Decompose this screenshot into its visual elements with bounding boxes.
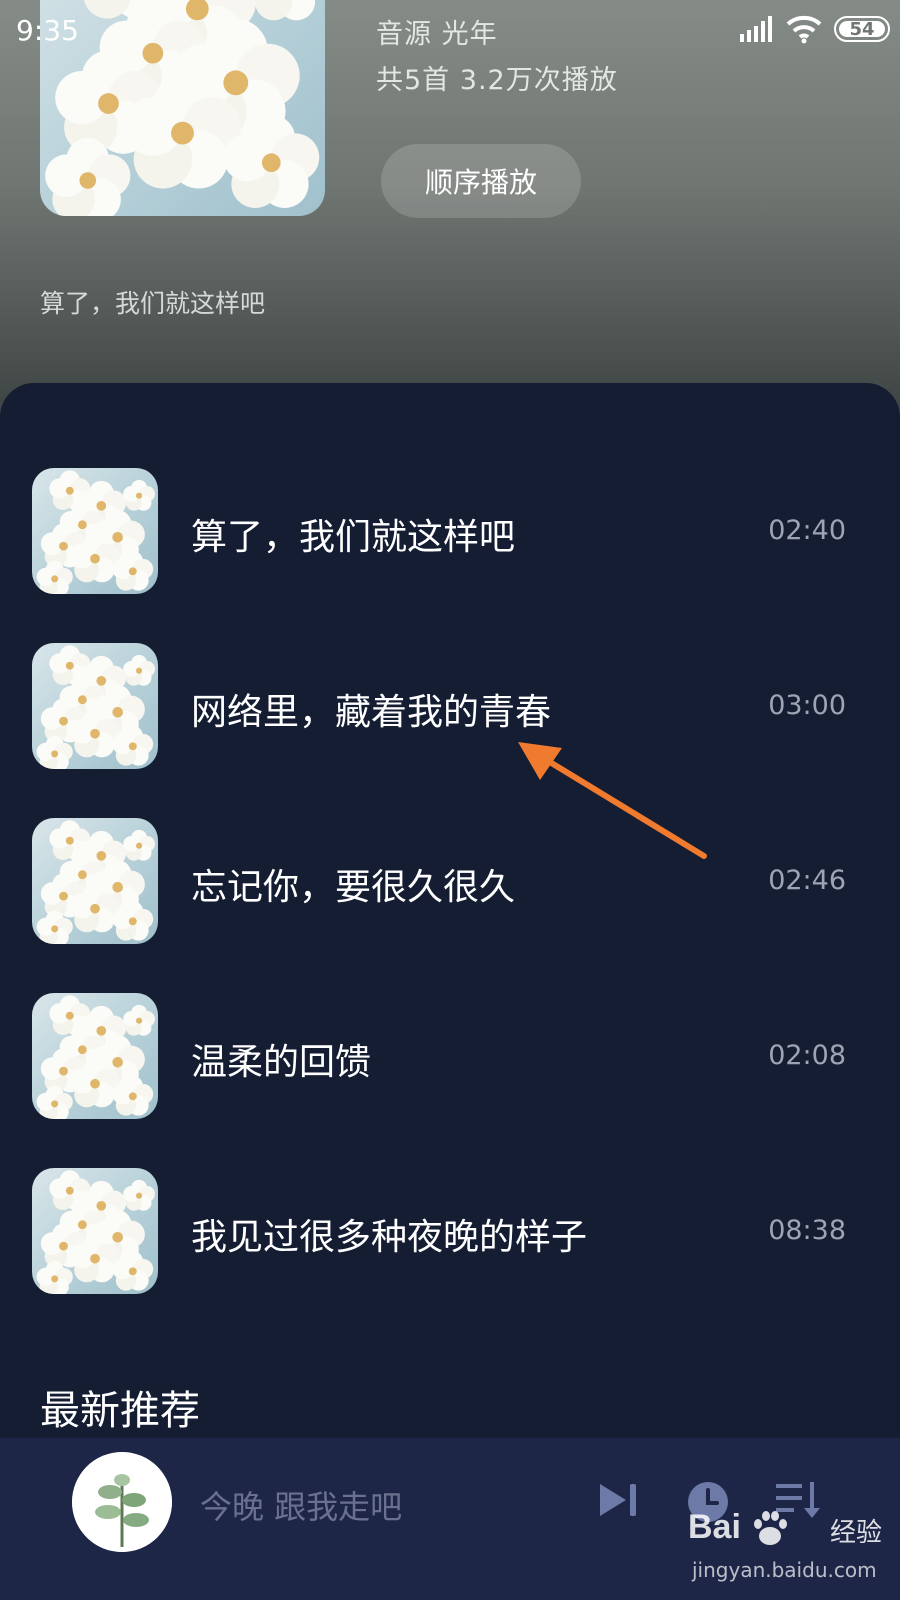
song-duration: 02:08 bbox=[768, 1040, 846, 1071]
song-row[interactable]: 网络里，藏着我的青春 03:00 bbox=[0, 643, 900, 769]
baidu-jingyan-watermark: Bai 经验 jingyan.baidu.com bbox=[688, 1508, 888, 1598]
song-title: 网络里，藏着我的青春 bbox=[191, 692, 552, 733]
song-row[interactable]: 忘记你，要很久很久 02:46 bbox=[0, 818, 900, 944]
annotation-arrow-icon bbox=[518, 742, 707, 859]
battery-icon: 54 bbox=[834, 16, 890, 42]
song-row[interactable]: 算了，我们就这样吧 02:40 bbox=[0, 468, 900, 594]
song-title: 算了，我们就这样吧 bbox=[191, 517, 516, 558]
song-title: 温柔的回馈 bbox=[191, 1042, 372, 1083]
song-row[interactable]: 温柔的回馈 02:08 bbox=[0, 993, 900, 1119]
song-duration: 03:00 bbox=[768, 690, 846, 721]
song-thumbnail bbox=[32, 993, 158, 1119]
section-title: 最新推荐 bbox=[40, 1388, 200, 1434]
now-playing-title: 今晚 跟我走吧 bbox=[200, 1488, 403, 1526]
song-title: 我见过很多种夜晚的样子 bbox=[191, 1217, 588, 1258]
signal-icon bbox=[740, 16, 772, 42]
song-title: 忘记你，要很久很久 bbox=[191, 867, 516, 908]
album-header: 音源 光年 共5首 3.2万次播放 顺序播放 算了，我们就这样吧 bbox=[0, 0, 900, 420]
play-order-button[interactable]: 顺序播放 bbox=[381, 144, 581, 218]
watermark-suffix: 经验 bbox=[830, 1518, 883, 1548]
song-thumbnail bbox=[32, 468, 158, 594]
status-time: 9:35 bbox=[16, 14, 79, 47]
song-duration: 02:46 bbox=[768, 865, 846, 896]
album-subtitle: 算了，我们就这样吧 bbox=[40, 289, 266, 318]
watermark-brand: Bai bbox=[688, 1508, 741, 1546]
song-thumbnail bbox=[32, 643, 158, 769]
now-playing-cover[interactable] bbox=[72, 1452, 172, 1552]
song-thumbnail bbox=[32, 1168, 158, 1294]
watermark-url: jingyan.baidu.com bbox=[692, 1558, 877, 1582]
status-bar: 9:35 54 bbox=[0, 0, 900, 60]
wifi-icon bbox=[786, 15, 822, 44]
song-row[interactable]: 我见过很多种夜晚的样子 08:38 bbox=[0, 1168, 900, 1294]
paw-icon bbox=[754, 1511, 787, 1545]
next-track-icon[interactable] bbox=[598, 1480, 638, 1520]
song-duration: 08:38 bbox=[768, 1215, 846, 1246]
album-stats: 共5首 3.2万次播放 bbox=[376, 65, 618, 96]
song-thumbnail bbox=[32, 818, 158, 944]
song-duration: 02:40 bbox=[768, 515, 846, 546]
battery-level: 54 bbox=[849, 18, 875, 40]
